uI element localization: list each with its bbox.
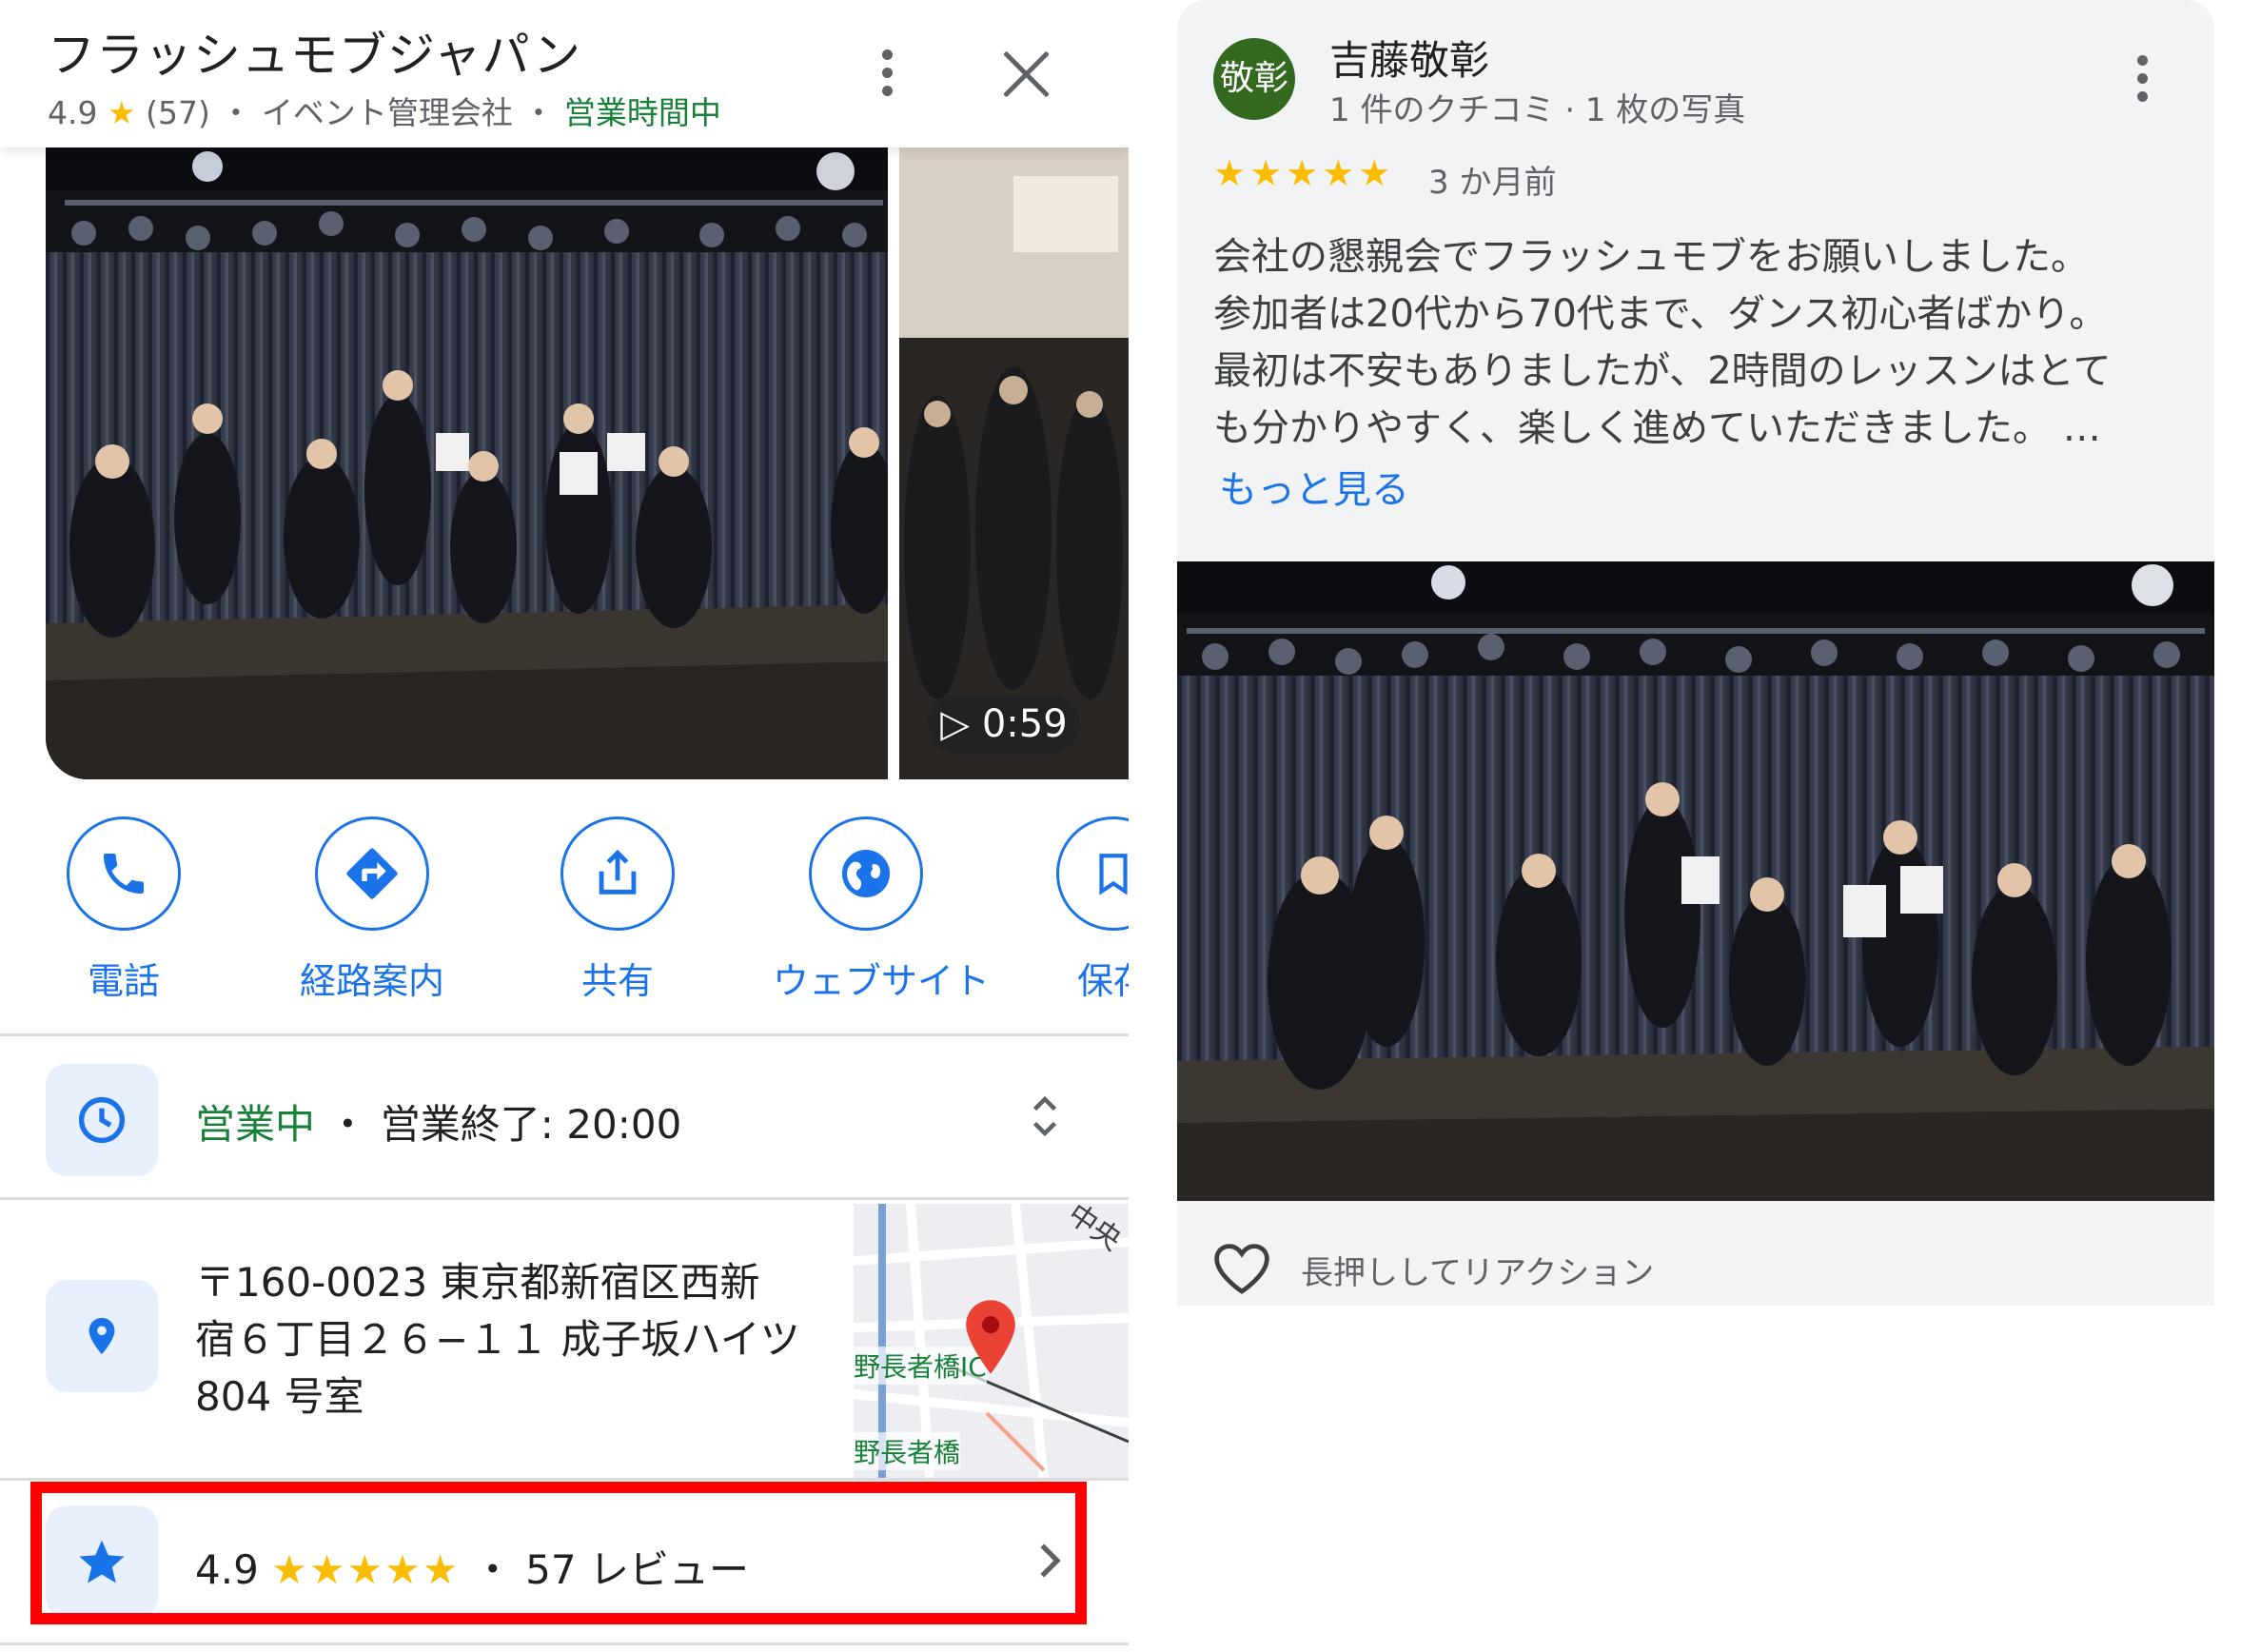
directions-icon — [315, 816, 429, 931]
review-author-meta: 1 件のクチコミ · 1 枚の写真 — [1329, 91, 1746, 129]
place-photo-main[interactable] — [46, 148, 888, 779]
review-date: 3 か月前 — [1428, 164, 1557, 202]
save-label: 保存 — [1076, 960, 1129, 1002]
separator: ・ — [220, 94, 252, 131]
place-category: イベント管理会社 — [261, 94, 513, 131]
divider — [0, 1642, 1129, 1645]
closing-time: 営業終了: 20:00 — [380, 1101, 682, 1148]
share-button[interactable]: 共有 — [527, 816, 708, 1004]
directions-button[interactable]: 経路案内 — [282, 816, 462, 1004]
address-line: 804 号室 — [195, 1373, 364, 1420]
place-title: フラッシュモブジャパン — [48, 28, 581, 83]
more-options-icon[interactable] — [882, 49, 894, 107]
place-review-count[interactable]: (57) — [146, 94, 210, 131]
hours-row[interactable]: 営業中 ・ 営業終了: 20:00 — [195, 1092, 681, 1150]
website-button[interactable]: ウェブサイト — [773, 816, 991, 1004]
separator: ・ — [327, 1101, 368, 1148]
address-line: 宿６丁目２６−１１ 成子坂ハイツ — [195, 1316, 800, 1363]
directions-label: 経路案内 — [299, 960, 444, 1002]
call-label: 電話 — [87, 960, 160, 1002]
avatar[interactable]: 敬彰 — [1213, 38, 1295, 120]
place-panel: フラッシュモブジャパン 4.9 ★ (57) ・ イベント管理会社 ・ 営業時間… — [0, 0, 1129, 1652]
map-marker-icon — [966, 1300, 1015, 1374]
save-button[interactable]: 保存 — [1023, 816, 1129, 1004]
expand-hours-icon[interactable] — [1028, 1090, 1062, 1147]
review-text: 会社の懇親会でフラッシュモブをお願いしました。 参加者は20代から70代まで、ダ… — [1213, 228, 2174, 457]
bookmark-icon — [1056, 816, 1129, 931]
video-duration-badge: ▷ 0:59 — [928, 695, 1080, 754]
highlight-box — [30, 1482, 1087, 1624]
open-status: 営業時間中 — [563, 94, 721, 131]
star-icon: ★ — [107, 94, 136, 131]
review-stars: ★★★★★ — [1213, 152, 1395, 194]
video-duration: 0:59 — [981, 702, 1068, 746]
place-video-thumbnail[interactable] — [899, 148, 1129, 779]
location-pin-icon — [46, 1280, 158, 1392]
share-icon — [560, 816, 675, 931]
review-card: 敬彰 吉藤敬彰 1 件のクチコミ · 1 枚の写真 ★★★★★ 3 か月前 会社… — [1177, 0, 2214, 1306]
open-now-label: 営業中 — [195, 1101, 316, 1148]
website-label: ウェブサイト — [773, 960, 991, 1002]
close-icon[interactable] — [999, 48, 1052, 101]
review-photo[interactable] — [1177, 561, 2214, 1201]
separator: ・ — [522, 94, 555, 131]
more-options-icon[interactable] — [2137, 55, 2149, 112]
map-label: 野長者橋 — [854, 1432, 961, 1470]
review-line: 会社の懇親会でフラッシュモブをお願いしました。 — [1213, 235, 2089, 279]
clock-icon — [46, 1064, 158, 1176]
address-text[interactable]: 〒160-0023 東京都新宿区西新 宿６丁目２６−１１ 成子坂ハイツ 804 … — [195, 1254, 814, 1426]
place-header: フラッシュモブジャパン 4.9 ★ (57) ・ イベント管理会社 ・ 営業時間… — [0, 0, 1129, 148]
address-line: 〒160-0023 東京都新宿区西新 — [195, 1259, 760, 1306]
globe-icon — [809, 816, 923, 931]
review-author[interactable]: 吉藤敬彰 — [1329, 29, 1489, 87]
review-line: も分かりやすく、楽しく進めていただきました。 … — [1213, 406, 2101, 450]
call-button[interactable]: 電話 — [33, 816, 214, 1004]
reaction-hint[interactable]: 長押ししてリアクション — [1301, 1247, 1654, 1293]
phone-icon — [67, 816, 181, 931]
share-label: 共有 — [580, 960, 654, 1002]
stage-photo — [1177, 561, 2214, 1201]
place-rating: 4.9 — [48, 94, 98, 131]
place-summary: 4.9 ★ (57) ・ イベント管理会社 ・ 営業時間中 — [48, 88, 721, 133]
review-line: 最初は不安もありましたが、2時間のレッスンはとて — [1213, 349, 2112, 393]
divider — [0, 1197, 1129, 1200]
read-more-link[interactable]: もっと見る — [1219, 459, 1409, 514]
heart-icon[interactable] — [1211, 1240, 1272, 1299]
stage-photo — [46, 148, 888, 779]
party-video-frame — [899, 148, 1129, 779]
divider — [0, 1033, 1129, 1036]
divider — [0, 1478, 1129, 1481]
map-thumbnail[interactable]: 中央 野長者橋IC 野長者橋 — [854, 1204, 1129, 1480]
review-line: 参加者は20代から70代まで、ダンス初心者ばかり。 — [1213, 292, 2108, 336]
